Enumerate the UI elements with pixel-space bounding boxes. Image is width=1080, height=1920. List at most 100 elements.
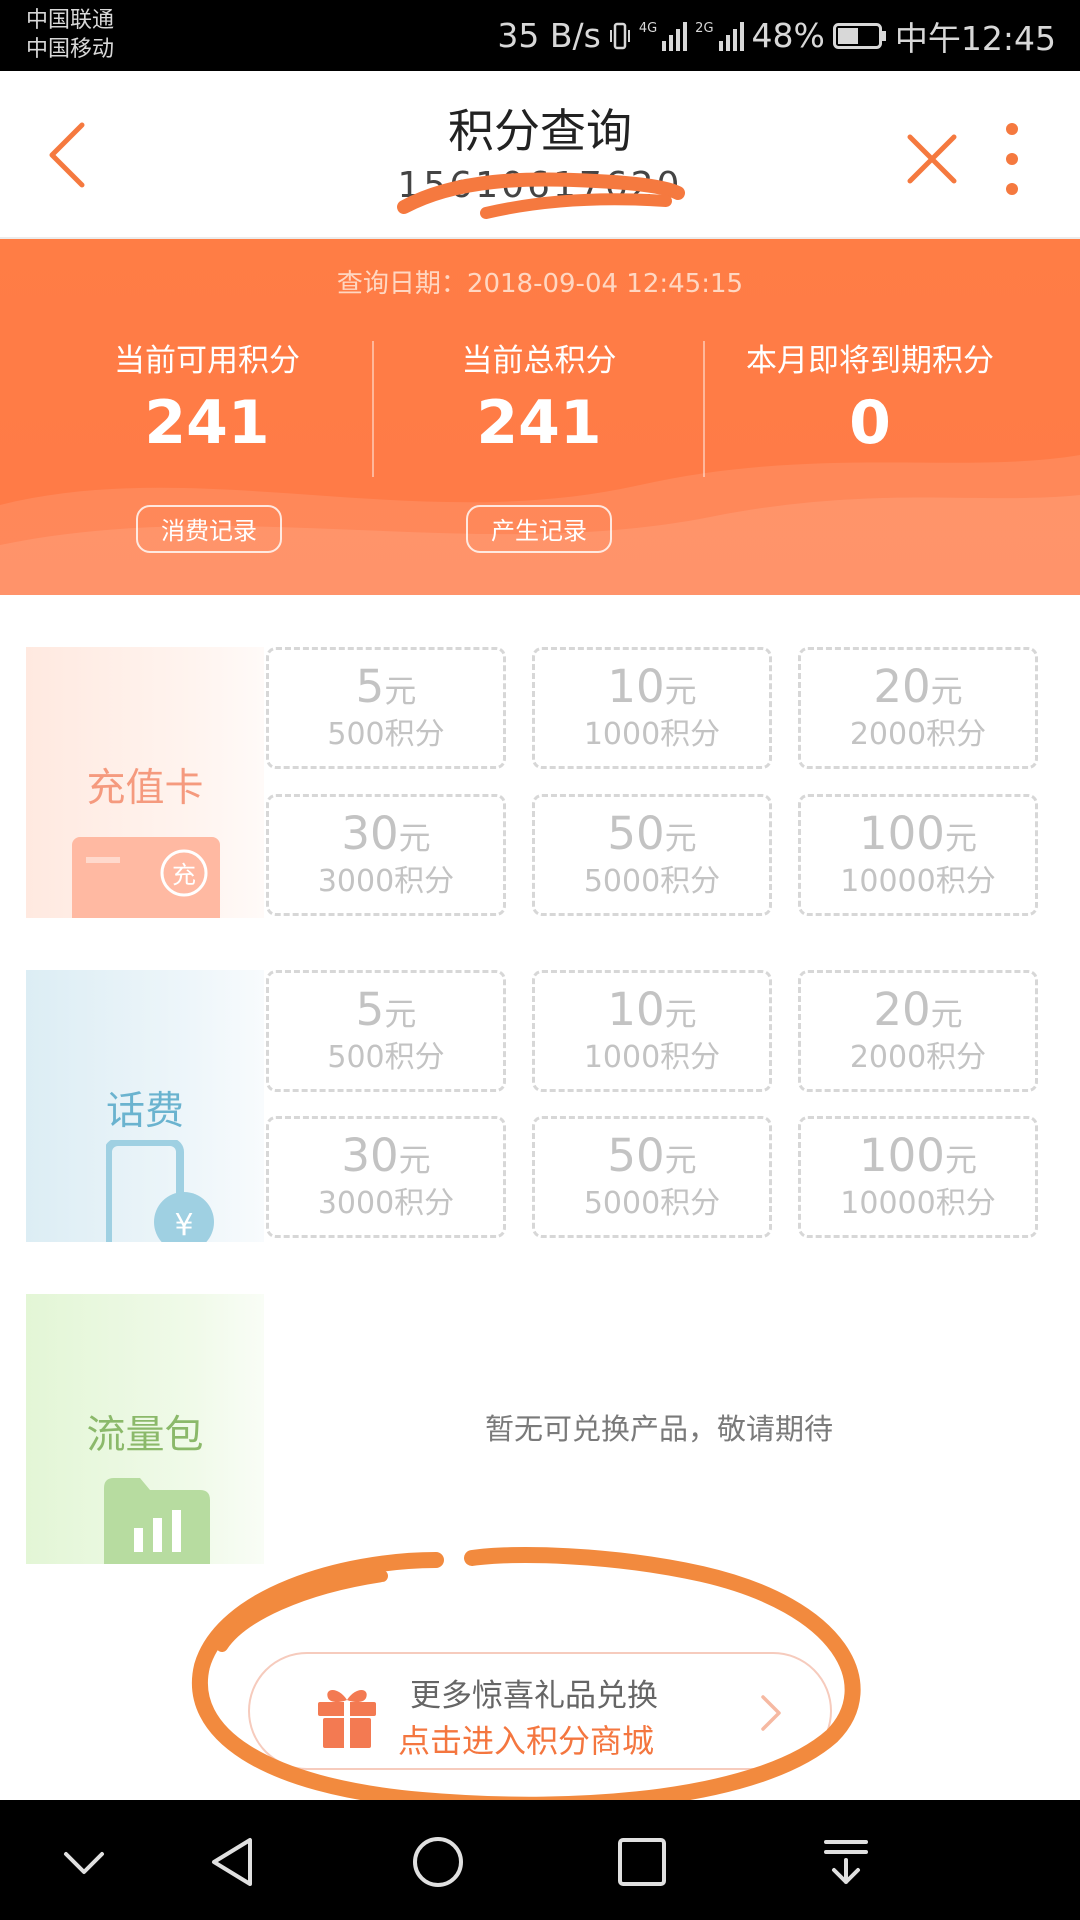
data-package-icon: [104, 1478, 210, 1564]
tile-unit: 元: [944, 819, 977, 857]
tile-unit: 元: [664, 995, 697, 1033]
tile-amount: 10: [607, 983, 665, 1036]
tile-points: 3000积分: [317, 864, 455, 899]
tile-amount: 20: [873, 983, 931, 1036]
tile-amount: 30: [341, 807, 399, 860]
data-package-empty-note: 暂无可兑换产品，敬请期待: [484, 1412, 833, 1446]
tile-points: 3000积分: [317, 1186, 455, 1221]
battery-percent: 48%: [751, 16, 825, 55]
tile-amount: 100: [859, 1129, 945, 1182]
status-icons: 35 B/s 4G 2G 48% 中午12:45: [497, 0, 1056, 71]
available-points-label: 当前可用积分: [114, 343, 300, 379]
vibrate-icon: [609, 22, 630, 49]
tile-unit: 元: [944, 1141, 977, 1179]
carrier-names: 中国联通 中国移动: [26, 6, 114, 64]
recharge-tile-5[interactable]: 5元 500积分: [266, 647, 506, 769]
tile-amount: 100: [859, 807, 945, 860]
tile-unit: 元: [384, 995, 417, 1033]
tile-unit: 元: [398, 1141, 431, 1179]
recharge-card-label: 充值卡: [86, 766, 204, 811]
phone-bill-label: 话费: [105, 1089, 184, 1134]
data-package-category: 流量包: [26, 1294, 264, 1564]
tile-amount: 5: [355, 660, 385, 713]
points-mall-button[interactable]: 更多惊喜礼品兑换 点击进入积分商城: [248, 1652, 832, 1770]
available-points: 当前可用积分 241: [42, 335, 372, 458]
tile-points: 10000积分: [840, 864, 996, 899]
notification-pull-icon[interactable]: [818, 1834, 874, 1890]
bill-tile-10[interactable]: 10元 1000积分: [532, 970, 772, 1092]
back-triangle-icon[interactable]: [206, 1834, 262, 1890]
page-header: 积分查询 15610617620: [0, 71, 1080, 239]
query-date: 查询日期：2018-09-04 12:45:15: [336, 269, 744, 299]
tile-points: 5000积分: [583, 864, 721, 899]
bill-tile-100[interactable]: 100元 10000积分: [798, 1116, 1038, 1238]
carrier-1: 中国联通: [26, 8, 115, 33]
tile-points: 500积分: [327, 1040, 445, 1075]
available-points-value: 241: [144, 388, 270, 458]
tile-points: 1000积分: [583, 1040, 721, 1075]
tile-unit: 元: [664, 672, 697, 710]
tile-unit: 元: [930, 672, 963, 710]
bill-tile-30[interactable]: 30元 3000积分: [266, 1116, 506, 1238]
tile-unit: 元: [664, 819, 697, 857]
tile-points: 2000积分: [849, 717, 987, 752]
mall-promo-text: 更多惊喜礼品兑换: [410, 1678, 658, 1714]
data-package-label: 流量包: [86, 1413, 204, 1458]
tile-amount: 5: [355, 983, 385, 1036]
tile-points: 500积分: [327, 717, 445, 752]
close-icon[interactable]: [906, 133, 958, 185]
points-summary-banner: 查询日期：2018-09-04 12:45:15 当前可用积分 241 当前总积…: [0, 239, 1080, 595]
tile-points: 2000积分: [849, 1040, 987, 1075]
signal-1-tag: 4G: [638, 20, 658, 36]
total-points-label: 当前总积分: [461, 343, 617, 379]
tile-points: 1000积分: [583, 717, 721, 752]
bill-tile-20[interactable]: 20元 2000积分: [798, 970, 1038, 1092]
bill-tile-5[interactable]: 5元 500积分: [266, 970, 506, 1092]
net-speed: 35 B/s: [497, 16, 601, 55]
tile-points: 10000积分: [840, 1186, 996, 1221]
more-menu-icon[interactable]: [1000, 121, 1024, 197]
tile-amount: 10: [607, 660, 665, 713]
recharge-tile-20[interactable]: 20元 2000积分: [798, 647, 1038, 769]
tile-unit: 元: [664, 1141, 697, 1179]
recharge-card-category: 充值卡 充: [26, 647, 264, 918]
clock: 中午12:45: [894, 18, 1056, 58]
tile-amount: 30: [341, 1129, 399, 1182]
expiring-points-value: 0: [849, 388, 891, 458]
consume-record-button[interactable]: 消费记录: [136, 505, 282, 553]
recharge-icon-text: 充: [172, 861, 196, 889]
recharge-tile-50[interactable]: 50元 5000积分: [532, 794, 772, 916]
bill-tile-50[interactable]: 50元 5000积分: [532, 1116, 772, 1238]
system-nav-bar: [0, 1800, 1080, 1920]
carrier-2: 中国移动: [26, 37, 115, 62]
chevron-down-icon[interactable]: [56, 1834, 112, 1890]
signal-2-tag: 2G: [695, 20, 714, 36]
signal-2-icon: 2G: [695, 20, 744, 51]
recharge-tile-100[interactable]: 100元 10000积分: [798, 794, 1038, 916]
signal-1-icon: 4G: [638, 20, 688, 51]
expiring-points: 本月即将到期积分 0: [705, 335, 1035, 458]
tile-unit: 元: [384, 672, 417, 710]
tile-unit: 元: [398, 819, 431, 857]
recent-apps-icon[interactable]: [614, 1834, 670, 1890]
phone-bill-category: 话费 ¥: [26, 970, 264, 1242]
earn-record-button[interactable]: 产生记录: [466, 505, 612, 553]
recharge-tile-30[interactable]: 30元 3000积分: [266, 794, 506, 916]
battery-icon: [832, 22, 886, 49]
tile-unit: 元: [930, 995, 963, 1033]
gift-icon: [318, 1690, 376, 1748]
tile-amount: 50: [607, 807, 665, 860]
total-points: 当前总积分 241: [374, 335, 704, 458]
chevron-right-icon: [761, 1695, 781, 1731]
status-bar: 中国联通 中国移动 35 B/s 4G 2G 48% 中午12:45: [0, 0, 1080, 71]
tile-amount: 50: [607, 1129, 665, 1182]
redaction-scribble: [397, 172, 685, 219]
tile-amount: 20: [873, 660, 931, 713]
total-points-value: 241: [476, 388, 602, 458]
mall-enter-text: 点击进入积分商城: [398, 1722, 655, 1760]
expiring-points-label: 本月即将到期积分: [746, 343, 994, 379]
home-circle-icon[interactable]: [410, 1834, 466, 1890]
recharge-tile-10[interactable]: 10元 1000积分: [532, 647, 772, 769]
bill-icon-text: ¥: [174, 1208, 194, 1242]
tile-points: 5000积分: [583, 1186, 721, 1221]
